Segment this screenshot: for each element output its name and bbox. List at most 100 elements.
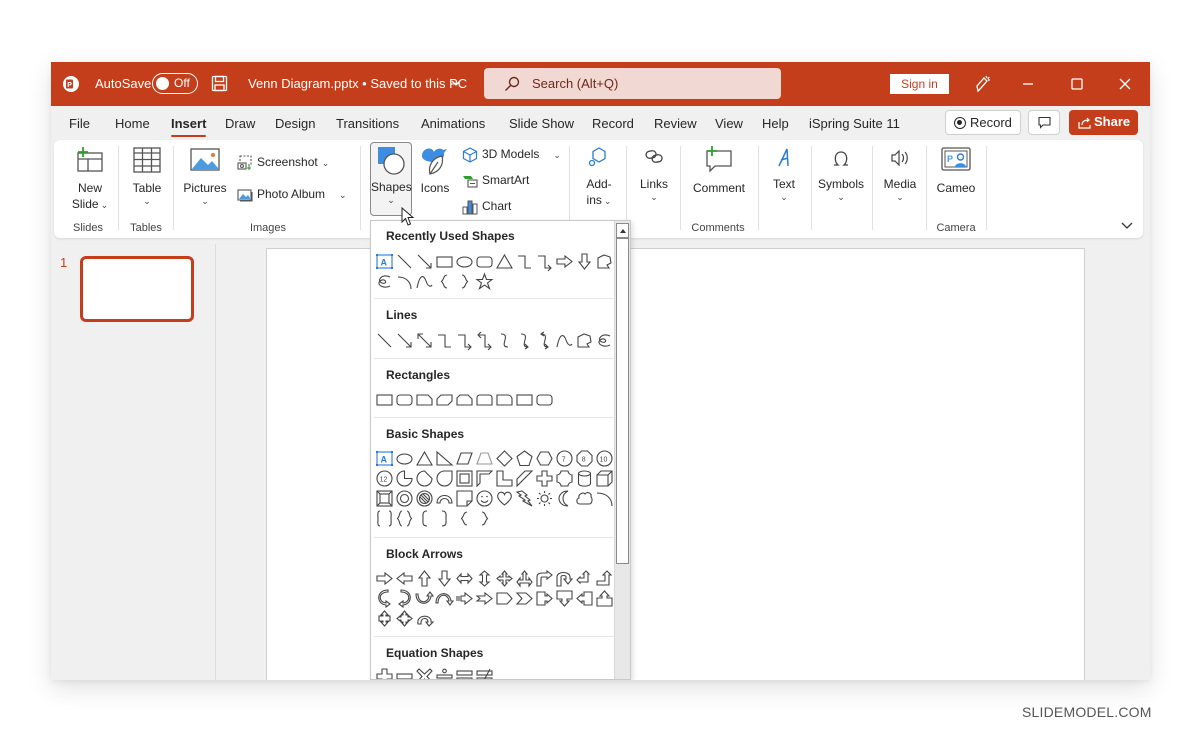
tab-draw[interactable]: Draw bbox=[225, 116, 255, 131]
new-slide-button[interactable]: New Slide ⌄ bbox=[64, 144, 116, 212]
close-icon[interactable] bbox=[1115, 74, 1135, 94]
shape-rbrace-icon[interactable] bbox=[454, 271, 474, 291]
shape-scribble-icon[interactable] bbox=[374, 271, 394, 291]
shape-nosymbol-icon[interactable] bbox=[414, 488, 434, 508]
shape-star-icon[interactable] bbox=[474, 271, 494, 291]
shape-can-icon[interactable] bbox=[574, 468, 594, 488]
shape-curvedbl-icon[interactable] bbox=[534, 330, 554, 350]
shape-plus-icon[interactable] bbox=[534, 468, 554, 488]
shape-bentuparr-icon[interactable] bbox=[594, 568, 614, 588]
shape-arc2-icon[interactable] bbox=[594, 488, 614, 508]
shape-curvedu-icon[interactable] bbox=[414, 588, 434, 608]
share-button[interactable]: Share bbox=[1069, 110, 1138, 135]
shape-lcallout-icon[interactable] bbox=[574, 588, 594, 608]
shape-uparr-icon[interactable] bbox=[414, 568, 434, 588]
shape-bentarr-icon[interactable] bbox=[534, 568, 554, 588]
shape-curvearr-icon[interactable] bbox=[514, 330, 534, 350]
shape-foldcorner-icon[interactable] bbox=[454, 488, 474, 508]
chevron-down-icon[interactable]: ⌄ bbox=[553, 150, 561, 160]
search-input[interactable]: Search (Alt+Q) bbox=[484, 68, 781, 99]
shape-lbrace-icon[interactable] bbox=[434, 271, 454, 291]
shape-downarr-icon[interactable] bbox=[574, 251, 594, 271]
shape-arch-icon[interactable] bbox=[414, 271, 434, 291]
shape-sun-icon[interactable] bbox=[534, 488, 554, 508]
shape-bevel-icon[interactable] bbox=[374, 488, 394, 508]
comments-button[interactable] bbox=[1028, 110, 1060, 135]
shape-moon-icon[interactable] bbox=[554, 488, 574, 508]
scroll-thumb[interactable] bbox=[616, 238, 629, 564]
shape-rbrace-icon[interactable] bbox=[474, 508, 494, 528]
shape-rect-icon[interactable] bbox=[434, 251, 454, 271]
photo-album-button[interactable]: Photo Album ⌄ bbox=[237, 184, 347, 204]
shape-curve-icon[interactable] bbox=[494, 330, 514, 350]
shape-parallelogram-icon[interactable] bbox=[454, 448, 474, 468]
shape-oval-icon[interactable] bbox=[394, 448, 414, 468]
shape-line-icon[interactable] bbox=[394, 251, 414, 271]
slide-thumbnail[interactable] bbox=[80, 256, 194, 322]
cameo-button[interactable]: P Cameo bbox=[932, 144, 980, 196]
tab-help[interactable]: Help bbox=[762, 116, 789, 131]
shape-dcallout-icon[interactable] bbox=[554, 588, 574, 608]
shape-lrupa-icon[interactable] bbox=[514, 568, 534, 588]
scroll-up-button[interactable] bbox=[616, 223, 629, 238]
tab-ispring[interactable]: iSpring Suite 11 bbox=[809, 116, 900, 131]
screenshot-button[interactable]: Screenshot ⌄ bbox=[237, 152, 329, 172]
shape-textbox-icon[interactable]: A bbox=[374, 251, 394, 271]
shape-dec-icon[interactable]: 10 bbox=[594, 448, 614, 468]
tab-transitions[interactable]: Transitions bbox=[336, 116, 399, 131]
shape-elbow-icon[interactable] bbox=[514, 251, 534, 271]
shapes-button[interactable]: Shapes ⌄ bbox=[370, 142, 412, 216]
shape-rsnip1-icon[interactable] bbox=[414, 389, 434, 409]
symbols-button[interactable]: Symbols ⌄ bbox=[816, 144, 866, 202]
media-button[interactable]: Media ⌄ bbox=[879, 144, 921, 202]
shape-elbowarr-icon[interactable] bbox=[534, 251, 554, 271]
shape-elbowarr-icon[interactable] bbox=[454, 330, 474, 350]
shape-quadarr-icon[interactable] bbox=[494, 568, 514, 588]
shape-udcallout-icon[interactable] bbox=[374, 608, 394, 628]
shape-lightning-icon[interactable] bbox=[514, 488, 534, 508]
shape-chord-icon[interactable] bbox=[414, 468, 434, 488]
shape-stripedarr-icon[interactable] bbox=[454, 588, 474, 608]
shape-rrect-icon[interactable] bbox=[534, 389, 554, 409]
minimize-icon[interactable] bbox=[1018, 74, 1038, 94]
shape-lrarr-icon[interactable] bbox=[454, 568, 474, 588]
shape-freeform-icon[interactable] bbox=[574, 330, 594, 350]
maximize-icon[interactable] bbox=[1067, 74, 1087, 94]
tab-home[interactable]: Home bbox=[115, 116, 150, 131]
shape-rtriangle-icon[interactable] bbox=[434, 448, 454, 468]
document-title[interactable]: Venn Diagram.pptx • Saved to this PC bbox=[248, 76, 467, 91]
shape-smiley-icon[interactable] bbox=[474, 488, 494, 508]
tab-slide-show[interactable]: Slide Show bbox=[509, 116, 574, 131]
shape-line-icon[interactable] bbox=[374, 330, 394, 350]
shape-chevron-icon[interactable] bbox=[514, 588, 534, 608]
shape-scribble-icon[interactable] bbox=[594, 330, 614, 350]
text-button[interactable]: Text ⌄ bbox=[766, 144, 802, 202]
shape-eqequal-icon[interactable] bbox=[454, 666, 474, 679]
tab-insert[interactable]: Insert bbox=[171, 116, 207, 137]
shape-cube-icon[interactable] bbox=[594, 468, 614, 488]
shape-hept-icon[interactable]: 7 bbox=[554, 448, 574, 468]
tab-review[interactable]: Review bbox=[654, 116, 697, 131]
save-icon[interactable] bbox=[211, 75, 228, 92]
shape-elbowdbl-icon[interactable] bbox=[474, 330, 494, 350]
autosave-toggle[interactable]: Off bbox=[152, 73, 198, 94]
shape-rsnip3-icon[interactable] bbox=[434, 389, 454, 409]
collapse-ribbon-icon[interactable] bbox=[1121, 220, 1133, 230]
shape-blockarc-icon[interactable] bbox=[434, 488, 454, 508]
shape-frame-icon[interactable] bbox=[454, 468, 474, 488]
shape-arrowline-icon[interactable] bbox=[414, 251, 434, 271]
shape-lshape-icon[interactable] bbox=[494, 468, 514, 488]
shape-ucallout-icon[interactable] bbox=[594, 588, 614, 608]
tab-animations[interactable]: Animations bbox=[421, 116, 485, 131]
pictures-button[interactable]: Pictures ⌄ bbox=[180, 144, 230, 206]
links-button[interactable]: Links ⌄ bbox=[634, 144, 674, 202]
shape-leftarr-icon[interactable] bbox=[394, 568, 414, 588]
shape-arch-icon[interactable] bbox=[554, 330, 574, 350]
sign-in-button[interactable]: Sign in bbox=[890, 74, 949, 94]
shape-hexagon-icon[interactable] bbox=[534, 448, 554, 468]
chart-button[interactable]: Chart bbox=[462, 196, 511, 216]
shape-tri-icon[interactable] bbox=[414, 448, 434, 468]
shape-arc-icon[interactable] bbox=[394, 271, 414, 291]
shape-rround2-icon[interactable] bbox=[474, 389, 494, 409]
shape-leftuparr-icon[interactable] bbox=[574, 568, 594, 588]
